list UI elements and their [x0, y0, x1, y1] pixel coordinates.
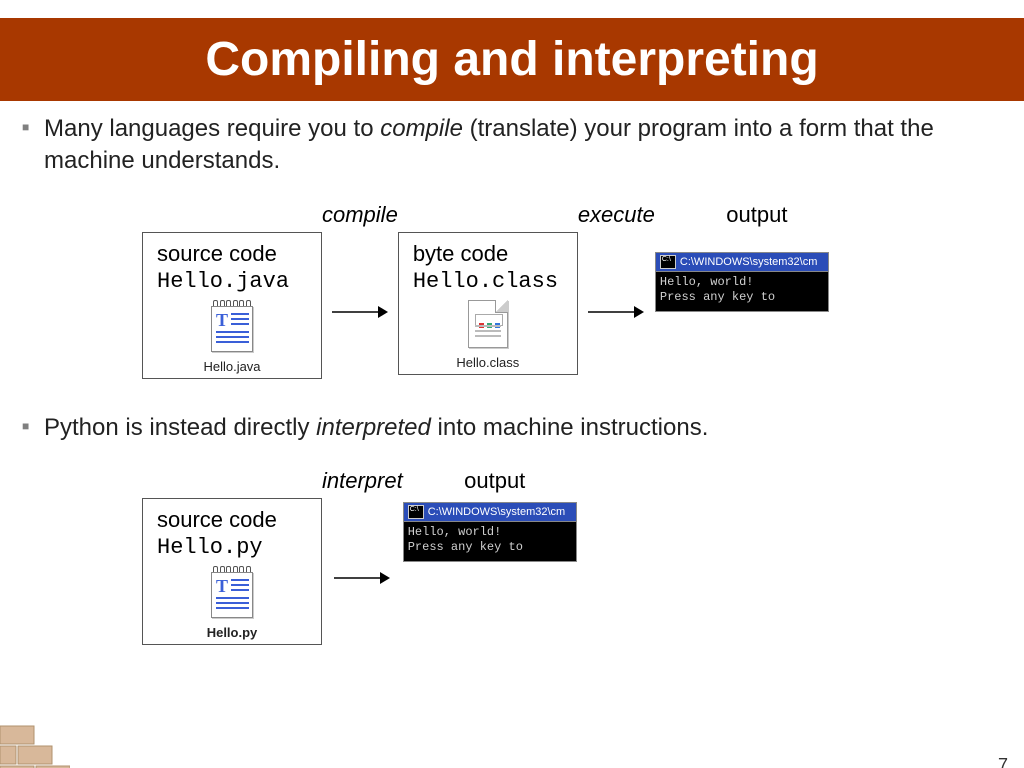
output-label: output [726, 198, 787, 232]
python-source-caption: Hello.py [157, 625, 307, 640]
java-class-filename: Hello.class [413, 269, 563, 294]
byte-code-label: byte code [413, 241, 563, 267]
slide-content: Many languages require you to compile (t… [0, 101, 1024, 662]
interpret-diagram: . source code Hello.py T Hello.py [142, 464, 996, 662]
output-column-java: output C:\WINDOWS\system32\cm Hello, wor… [655, 198, 829, 412]
source-code-label: source code [157, 507, 307, 533]
terminal-body: Hello, world! Press any key to [403, 521, 577, 562]
file-icon [468, 300, 508, 348]
output-column-python: output C:\WINDOWS\system32\cm Hello, wor… [403, 464, 577, 662]
java-class-caption: Hello.class [413, 355, 563, 370]
terminal-body: Hello, world! Press any key to [655, 271, 829, 312]
bullet-1: Many languages require you to compile (t… [22, 113, 996, 178]
terminal-window: C:\WINDOWS\system32\cm Hello, world! Pre… [655, 252, 829, 312]
bricks-decoration-icon [0, 716, 70, 768]
compile-arrow: compile [322, 198, 398, 392]
execute-arrow: execute [578, 198, 655, 392]
notepad-icon: T [209, 300, 255, 352]
source-code-box-java: . source code Hello.java T Hello.java [142, 198, 322, 379]
terminal-title-bar: C:\WINDOWS\system32\cm [655, 252, 829, 271]
slide-title: Compiling and interpreting [0, 18, 1024, 101]
terminal-window: C:\WINDOWS\system32\cm Hello, world! Pre… [403, 502, 577, 562]
page-number: 7 [998, 755, 1008, 768]
bullet-2: Python is instead directly interpreted i… [22, 412, 996, 444]
source-code-label: source code [157, 241, 307, 267]
terminal-title-bar: C:\WINDOWS\system32\cm [403, 502, 577, 521]
byte-code-box: . byte code Hello.class Hello.class [398, 198, 578, 375]
python-source-filename: Hello.py [157, 535, 307, 560]
java-source-caption: Hello.java [157, 359, 307, 374]
cmd-icon [660, 255, 676, 269]
notepad-icon: T [209, 566, 255, 618]
interpret-arrow: interpret [322, 464, 403, 658]
source-code-box-python: . source code Hello.py T Hello.py [142, 464, 322, 645]
output-label: output [464, 464, 525, 498]
java-source-filename: Hello.java [157, 269, 307, 294]
cmd-icon [408, 505, 424, 519]
compile-diagram: . source code Hello.java T Hello.java [142, 198, 996, 412]
